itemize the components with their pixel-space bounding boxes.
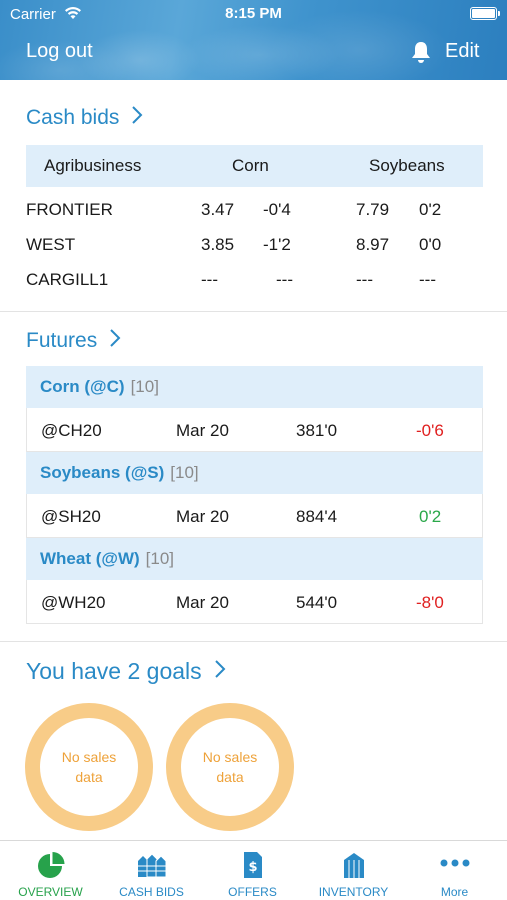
futures-month: Mar 20	[176, 421, 229, 440]
grain-bins-icon	[101, 851, 202, 879]
futures-change: -8'0	[416, 593, 444, 612]
soybean-change: 0'0	[419, 235, 442, 254]
soybean-price: 7.79	[356, 200, 390, 219]
tab-label: CASH BIDS	[119, 885, 184, 899]
corn-price: ---	[201, 270, 218, 289]
battery-icon	[470, 7, 500, 20]
futures-group-name: Corn (@C)	[40, 377, 125, 396]
document-dollar-icon: $	[202, 851, 303, 879]
clock: 8:15 PM	[225, 5, 282, 22]
corn-price: 3.85	[201, 235, 235, 254]
corn-change: ---	[276, 270, 293, 289]
futures-link[interactable]: Futures	[26, 328, 121, 354]
futures-price: 884'4	[296, 507, 338, 526]
cash-bids-title: Cash bids	[26, 106, 120, 129]
goal-empty-text: data	[216, 769, 244, 785]
futures-group-name: Soybeans (@S)	[40, 463, 165, 482]
edit-button[interactable]: Edit	[445, 40, 479, 63]
soybean-change: ---	[419, 270, 436, 289]
pie-chart-icon	[0, 851, 101, 879]
futures-change: 0'2	[419, 507, 442, 526]
bell-icon[interactable]	[410, 40, 432, 69]
futures-month: Mar 20	[176, 507, 229, 526]
tab-label: More	[440, 885, 469, 899]
futures-symbol: @CH20	[41, 421, 102, 440]
futures-title: Futures	[26, 329, 98, 352]
corn-price: 3.47	[201, 200, 235, 219]
chevron-right-icon	[109, 328, 121, 354]
tab-label: INVENTORY	[318, 885, 389, 899]
cash-bid-row[interactable]: CARGILL1 --- --- --- ---	[26, 270, 483, 302]
chevron-right-icon	[131, 105, 143, 131]
goal-chart[interactable]: No sales data	[166, 703, 294, 831]
corn-change: -0'4	[263, 200, 291, 219]
futures-symbol: @WH20	[41, 593, 106, 612]
tab-more[interactable]: More	[404, 841, 505, 900]
section-divider	[0, 311, 507, 312]
more-dots-icon	[404, 851, 505, 879]
futures-price: 381'0	[296, 421, 338, 440]
logout-button[interactable]: Log out	[26, 40, 93, 63]
futures-group-header[interactable]: Wheat (@W) [10]	[26, 538, 483, 580]
section-divider	[0, 641, 507, 642]
futures-group-count: [10]	[170, 463, 199, 482]
cash-bids-link[interactable]: Cash bids	[26, 105, 143, 131]
corn-change: -1'2	[263, 235, 291, 254]
futures-symbol: @SH20	[41, 507, 101, 526]
futures-row[interactable]: @WH20 Mar 20 544'0 -8'0	[26, 580, 483, 624]
futures-change: -0'6	[416, 421, 444, 440]
column-agribusiness: Agribusiness	[44, 156, 142, 175]
tab-label: OVERVIEW	[18, 885, 83, 899]
futures-price: 544'0	[296, 593, 338, 612]
futures-group-count: [10]	[130, 377, 159, 396]
goals-title: You have 2 goals	[26, 658, 202, 684]
tab-overview[interactable]: OVERVIEW	[0, 841, 101, 900]
chevron-right-icon	[214, 658, 226, 685]
goal-empty-text: data	[75, 769, 103, 785]
svg-text:$: $	[248, 860, 257, 875]
silo-icon	[303, 851, 404, 879]
futures-group-header[interactable]: Soybeans (@S) [10]	[26, 452, 483, 494]
goal-chart[interactable]: No sales data	[25, 703, 153, 831]
status-bar: Carrier 8:15 PM	[0, 0, 507, 28]
agribusiness-name: WEST	[26, 235, 76, 254]
futures-group-count: [10]	[145, 549, 175, 568]
cash-bid-row[interactable]: WEST 3.85 -1'2 8.97 0'0	[26, 235, 483, 267]
tab-bar: OVERVIEW CASH BIDS $ OFFERS INVENTORY Mo…	[0, 840, 507, 900]
agribusiness-name: FRONTIER	[26, 200, 113, 219]
cash-bid-row[interactable]: FRONTIER 3.47 -0'4 7.79 0'2	[26, 200, 483, 232]
column-corn: Corn	[232, 156, 269, 175]
goals-link[interactable]: You have 2 goals	[26, 658, 226, 685]
futures-row[interactable]: @CH20 Mar 20 381'0 -0'6	[26, 408, 483, 452]
app-header: Carrier 8:15 PM Log out Edit	[0, 0, 507, 80]
futures-row[interactable]: @SH20 Mar 20 884'4 0'2	[26, 494, 483, 538]
soybean-price: ---	[356, 270, 373, 289]
tab-cash-bids[interactable]: CASH BIDS	[101, 841, 202, 900]
soybean-price: 8.97	[356, 235, 390, 254]
futures-month: Mar 20	[176, 593, 229, 612]
cash-bids-table-header: Agribusiness Corn Soybeans	[26, 145, 483, 187]
column-soybeans: Soybeans	[369, 156, 445, 175]
soybean-change: 0'2	[419, 200, 442, 219]
goal-empty-text: No sales	[61, 749, 117, 765]
futures-group-name: Wheat (@W)	[40, 549, 140, 568]
goal-empty-text: No sales	[202, 749, 258, 765]
agribusiness-name: CARGILL1	[26, 270, 109, 289]
tab-label: OFFERS	[228, 885, 277, 899]
futures-group-header[interactable]: Corn (@C) [10]	[26, 366, 483, 408]
tab-inventory[interactable]: INVENTORY	[303, 841, 404, 900]
tab-offers[interactable]: $ OFFERS	[202, 841, 303, 900]
